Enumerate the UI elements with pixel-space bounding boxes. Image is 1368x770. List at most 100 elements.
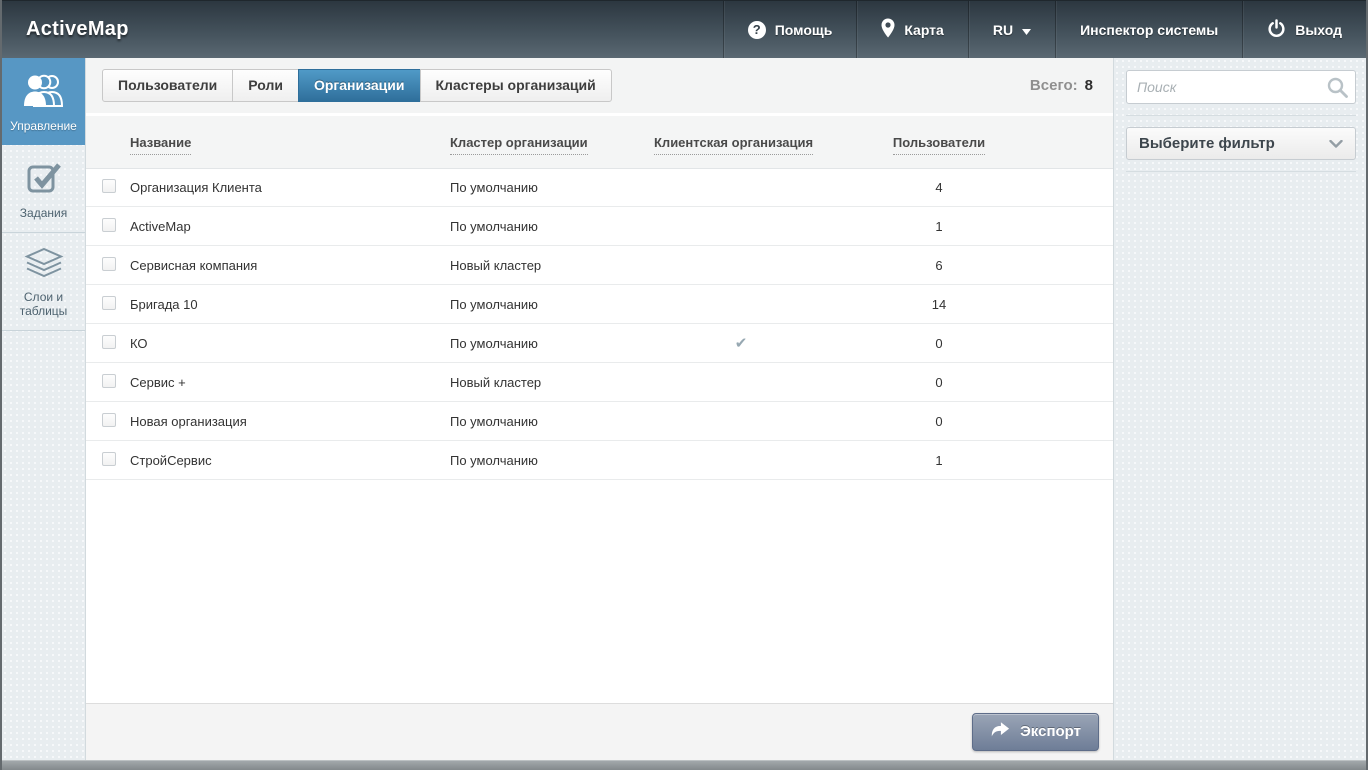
total-count: Всего: 8 (1030, 77, 1097, 94)
table-header: Название Кластер организации Клиентская … (86, 116, 1113, 168)
sidebar-label-management: Управление (10, 119, 77, 133)
window-bottom-bar (2, 760, 1366, 770)
caret-down-icon (1022, 22, 1031, 38)
export-button[interactable]: Экспорт (972, 713, 1099, 751)
column-header-cluster[interactable]: Кластер организации (450, 135, 654, 150)
column-header-client-org[interactable]: Клиентская организация (654, 135, 864, 150)
cell-client-org (654, 414, 864, 429)
map-label: Карта (904, 22, 944, 38)
tab-organizations[interactable]: Организации (298, 69, 421, 102)
tab-users[interactable]: Пользователи (102, 69, 233, 102)
table-row[interactable]: КО По умолчанию ✔ 0 (86, 324, 1113, 363)
tab-roles[interactable]: Роли (232, 69, 299, 102)
export-label: Экспорт (1020, 723, 1081, 740)
table-row[interactable]: Организация Клиента По умолчанию 4 (86, 168, 1113, 207)
row-checkbox[interactable] (102, 335, 116, 349)
chevron-down-icon (1329, 135, 1343, 152)
row-checkbox[interactable] (102, 413, 116, 427)
language-menu-item[interactable]: RU (968, 1, 1055, 58)
app-logo: ActiveMap (2, 1, 153, 58)
table-row[interactable]: Сервисная компания Новый кластер 6 (86, 246, 1113, 285)
table-body: Организация Клиента По умолчанию 4 Activ… (86, 168, 1113, 703)
cell-org-name: КО (130, 336, 450, 351)
app-window: ActiveMap ? Помощь Карта RU Инспектор си… (0, 0, 1368, 770)
sidebar-item-layers[interactable]: Слои и таблицы (2, 233, 85, 331)
filter-dropdown[interactable]: Выберите фильтр (1126, 127, 1356, 160)
column-header-users[interactable]: Пользователи (864, 135, 1014, 150)
map-menu-item[interactable]: Карта (856, 1, 968, 58)
table-footer: Экспорт (86, 703, 1113, 760)
column-header-name[interactable]: Название (130, 135, 450, 150)
language-label: RU (993, 22, 1013, 38)
cell-cluster: Новый кластер (450, 375, 654, 390)
table-row[interactable]: Бригада 10 По умолчанию 14 (86, 285, 1113, 324)
sidebar-label-tasks: Задания (20, 206, 67, 220)
cell-org-name: ActiveMap (130, 219, 450, 234)
cell-users-count: 1 (864, 453, 1014, 468)
users-group-icon (22, 73, 66, 110)
row-checkbox[interactable] (102, 374, 116, 388)
table-row[interactable]: СтройСервис По умолчанию 1 (86, 441, 1113, 480)
cell-users-count: 0 (864, 336, 1014, 351)
help-icon: ? (748, 21, 766, 39)
tab-org-clusters[interactable]: Кластеры организаций (420, 69, 612, 102)
sidebar-label-layers: Слои и таблицы (5, 290, 82, 319)
cell-org-name: Организация Клиента (130, 180, 450, 195)
cell-users-count: 4 (864, 180, 1014, 195)
cell-users-count: 14 (864, 297, 1014, 312)
top-header: ActiveMap ? Помощь Карта RU Инспектор си… (2, 0, 1366, 58)
table-row[interactable]: Новая организация По умолчанию 0 (86, 402, 1113, 441)
export-arrow-icon (990, 721, 1010, 742)
help-label: Помощь (775, 22, 833, 38)
row-checkbox[interactable] (102, 296, 116, 310)
filter-block: Выберите фильтр (1126, 127, 1356, 172)
cell-cluster: Новый кластер (450, 258, 654, 273)
layers-icon (24, 248, 64, 281)
main-panel: Пользователи Роли Организации Кластеры о… (86, 58, 1114, 760)
cell-users-count: 0 (864, 375, 1014, 390)
help-menu-item[interactable]: ? Помощь (723, 1, 857, 58)
table-row[interactable]: ActiveMap По умолчанию 1 (86, 207, 1113, 246)
cell-users-count: 0 (864, 414, 1014, 429)
row-checkbox[interactable] (102, 179, 116, 193)
cell-client-org (654, 297, 864, 312)
cell-org-name: Сервисная компания (130, 258, 450, 273)
total-label: Всего: (1030, 77, 1078, 94)
inspector-label: Инспектор системы (1080, 22, 1218, 38)
search-input[interactable] (1126, 70, 1356, 104)
logout-label: Выход (1295, 22, 1342, 38)
total-value: 8 (1085, 77, 1093, 94)
cell-client-org (654, 180, 864, 195)
cell-org-name: Сервис + (130, 375, 450, 390)
search-block (1126, 70, 1356, 116)
table-row[interactable]: Сервис + Новый кластер 0 (86, 363, 1113, 402)
map-pin-icon (881, 18, 895, 41)
logout-menu-item[interactable]: Выход (1242, 1, 1366, 58)
filter-label: Выберите фильтр (1139, 135, 1275, 152)
row-checkbox[interactable] (102, 452, 116, 466)
cell-users-count: 6 (864, 258, 1014, 273)
check-square-icon (26, 160, 62, 197)
cell-org-name: Новая организация (130, 414, 450, 429)
row-checkbox[interactable] (102, 257, 116, 271)
sidebar-item-management[interactable]: Управление (2, 58, 85, 145)
power-icon (1267, 19, 1286, 41)
right-panel: Выберите фильтр (1114, 58, 1366, 760)
cell-cluster: По умолчанию (450, 414, 654, 429)
cell-users-count: 1 (864, 219, 1014, 234)
cell-cluster: По умолчанию (450, 336, 654, 351)
cell-cluster: По умолчанию (450, 297, 654, 312)
sidebar-item-tasks[interactable]: Задания (2, 145, 85, 233)
cell-cluster: По умолчанию (450, 453, 654, 468)
client-check-icon: ✔ (735, 334, 748, 352)
cell-org-name: Бригада 10 (130, 297, 450, 312)
cell-cluster: По умолчанию (450, 219, 654, 234)
search-icon (1327, 77, 1348, 103)
inspector-menu-item[interactable]: Инспектор системы (1055, 1, 1242, 58)
cell-client-org (654, 258, 864, 273)
cell-client-org (654, 453, 864, 468)
row-checkbox[interactable] (102, 218, 116, 232)
cell-client-org: ✔ (654, 334, 864, 352)
left-sidebar: Управление Задания (2, 58, 86, 760)
cell-client-org (654, 375, 864, 390)
